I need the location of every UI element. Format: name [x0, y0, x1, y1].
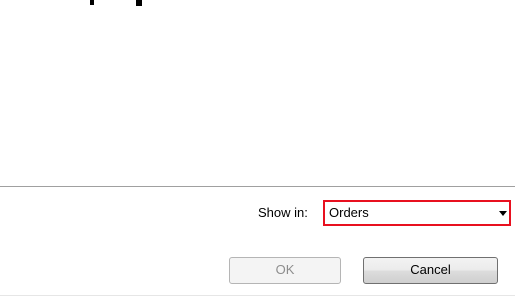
ok-button[interactable]: OK: [229, 257, 341, 284]
chevron-down-icon[interactable]: [499, 211, 507, 216]
dialog-bottom-edge: [0, 295, 515, 296]
show-in-selected-value: Orders: [329, 205, 369, 220]
cropped-glyph: [136, 0, 142, 6]
cropped-glyph: [90, 0, 94, 5]
show-in-dropdown[interactable]: Orders: [323, 200, 511, 226]
dialog-separator-highlight: [0, 187, 515, 188]
show-in-label: Show in:: [258, 205, 308, 220]
cancel-button[interactable]: Cancel: [363, 257, 498, 284]
cropped-content-fragment: [90, 0, 160, 6]
